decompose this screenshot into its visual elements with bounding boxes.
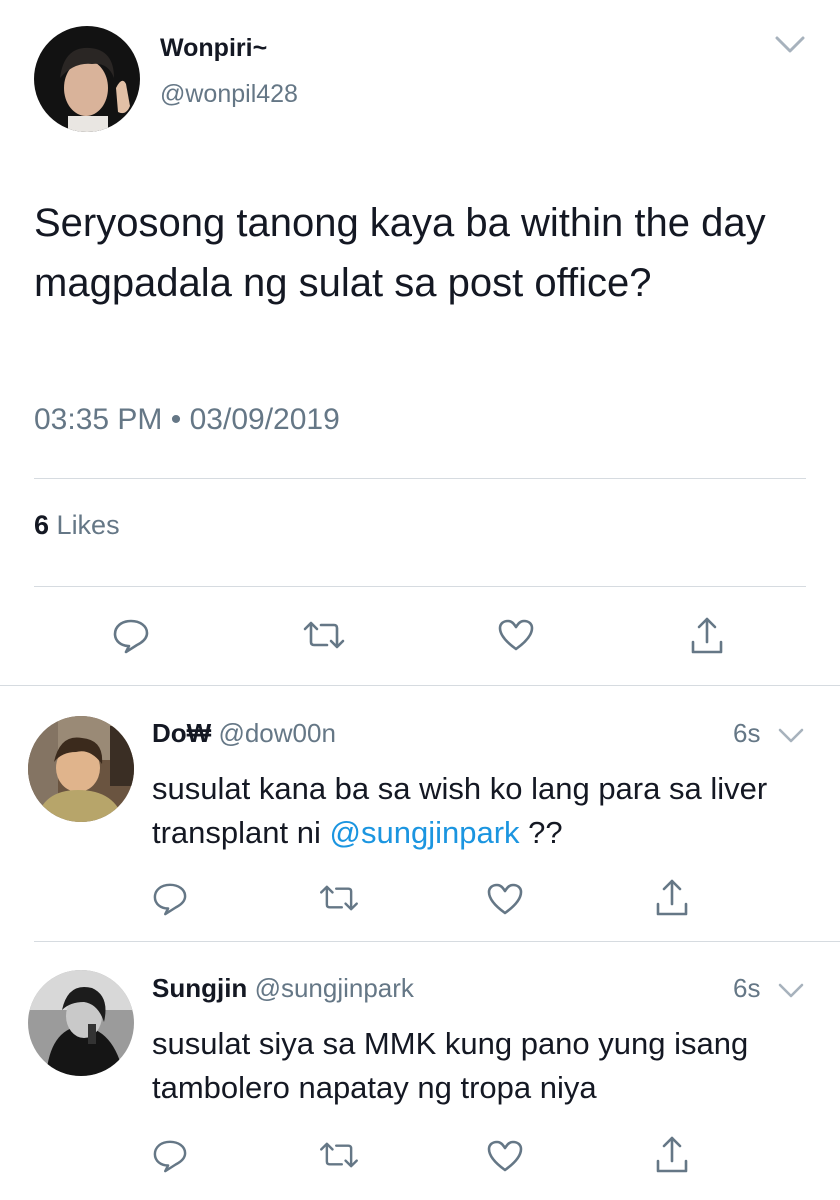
- divider: [34, 941, 840, 942]
- divider: [34, 586, 806, 587]
- chevron-down-icon[interactable]: [778, 728, 804, 744]
- reply-icon[interactable]: [112, 618, 150, 654]
- reply-text: susulat kana ba sa wish ko lang para sa …: [152, 767, 812, 855]
- timestamp-separator: •: [170, 403, 182, 436]
- tweet-time: 03:35 PM: [34, 403, 163, 436]
- display-name[interactable]: Sungjin: [152, 973, 247, 1003]
- reply-age: 6s: [733, 718, 761, 748]
- reply-header: Sungjin @sungjinpark: [152, 973, 414, 1004]
- like-icon[interactable]: [487, 1140, 523, 1172]
- tweet-timestamp: 03:35 PM • 03/09/2019: [34, 403, 340, 437]
- display-name[interactable]: Wonpiri~: [160, 34, 267, 63]
- share-icon[interactable]: [655, 878, 689, 918]
- user-handle[interactable]: @dow00n: [218, 718, 335, 748]
- share-icon[interactable]: [655, 1135, 689, 1175]
- retweet-icon[interactable]: [318, 884, 360, 912]
- likes-number: 6: [34, 510, 50, 540]
- reply-icon[interactable]: [152, 1139, 188, 1173]
- likes-label: Likes: [56, 510, 120, 540]
- avatar[interactable]: [28, 716, 134, 822]
- user-handle[interactable]: @wonpil428: [160, 80, 298, 109]
- reply-age: 6s: [733, 973, 761, 1003]
- display-name[interactable]: Do₩: [152, 718, 211, 748]
- retweet-icon[interactable]: [318, 1141, 360, 1169]
- reply-text: susulat siya sa MMK kung pano yung isang…: [152, 1026, 749, 1105]
- mention-link[interactable]: @sungjinpark: [330, 815, 520, 850]
- reply-icon[interactable]: [152, 882, 188, 916]
- reply-header: Do₩ @dow00n: [152, 718, 336, 749]
- divider: [34, 478, 806, 479]
- tweet-text: Seryosong tanong kaya ba within the day …: [34, 201, 766, 305]
- like-icon[interactable]: [498, 619, 534, 651]
- tweet-date: 03/09/2019: [189, 403, 340, 436]
- like-icon[interactable]: [487, 883, 523, 915]
- divider: [0, 685, 840, 686]
- likes-count[interactable]: 6 Likes: [34, 510, 120, 541]
- share-icon[interactable]: [690, 616, 724, 656]
- chevron-down-icon[interactable]: [775, 36, 805, 54]
- avatar[interactable]: [28, 970, 134, 1076]
- reply-text-end: ??: [519, 815, 563, 850]
- avatar[interactable]: [34, 26, 140, 132]
- chevron-down-icon[interactable]: [778, 983, 804, 999]
- user-handle[interactable]: @sungjinpark: [255, 973, 414, 1003]
- retweet-icon[interactable]: [302, 620, 346, 650]
